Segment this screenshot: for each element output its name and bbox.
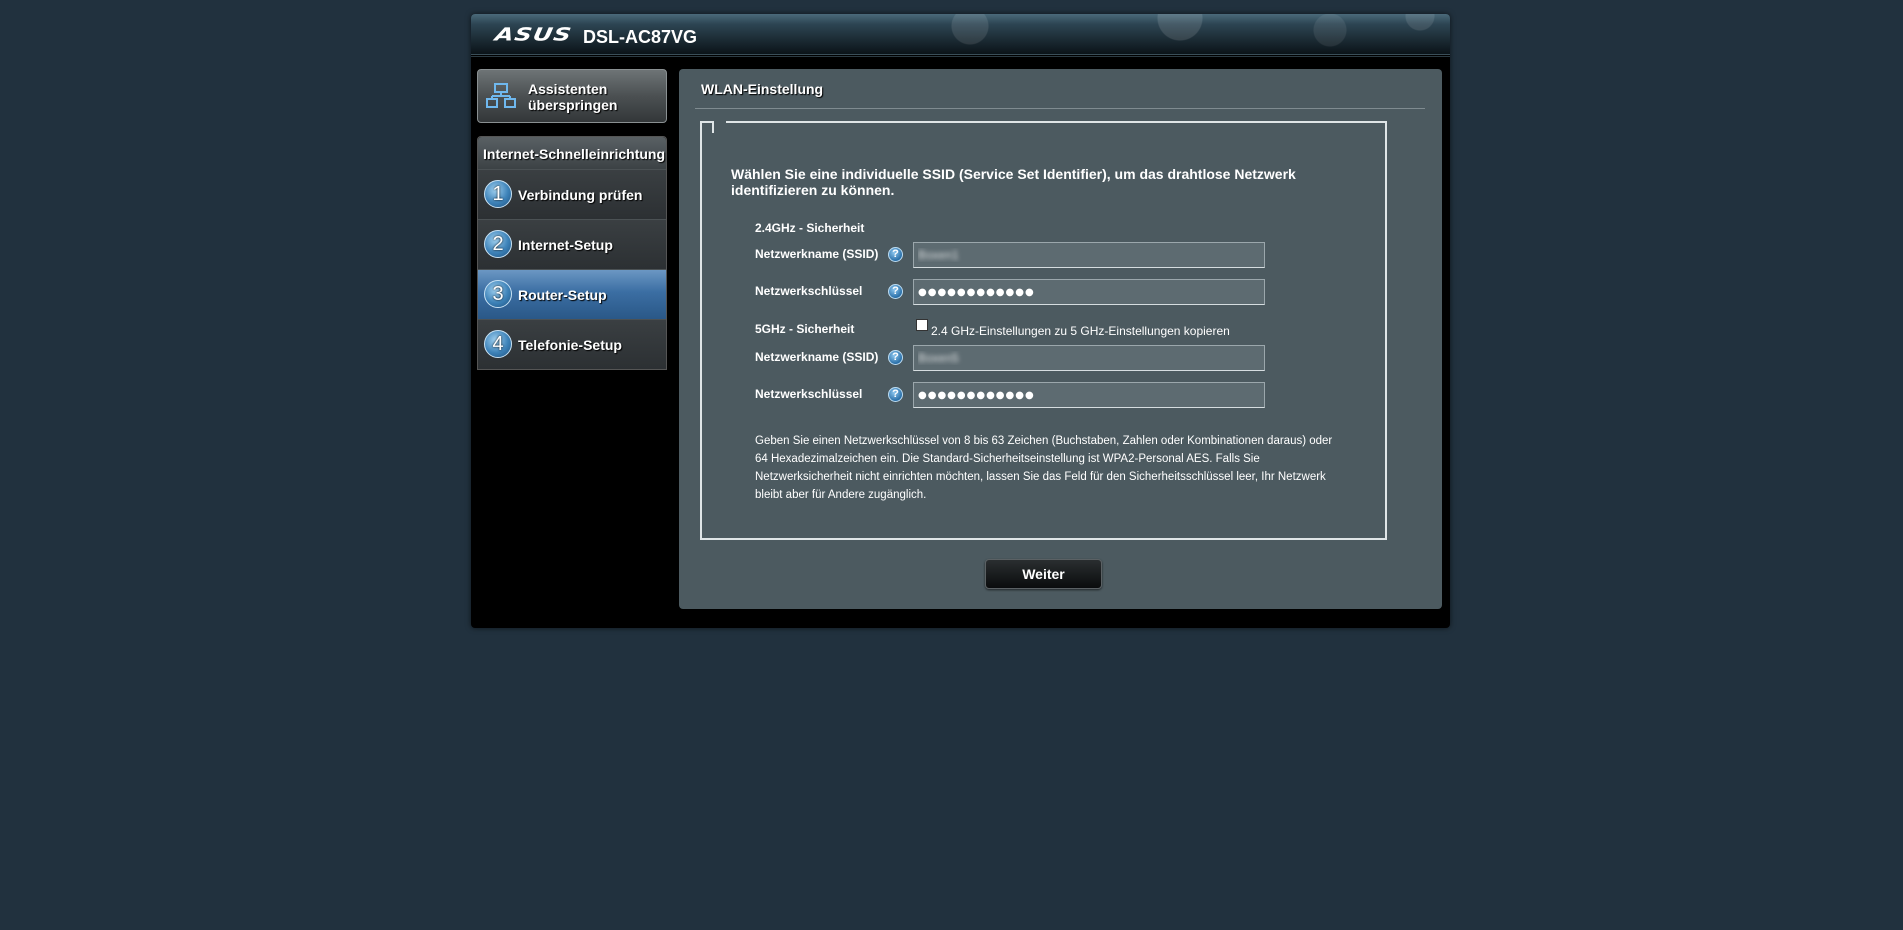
band24-key-input[interactable] xyxy=(913,279,1265,305)
menu-item-label: Telefonie-Setup xyxy=(518,336,622,353)
skip-wizard-button[interactable]: Assistenten überspringen xyxy=(477,69,667,123)
menu-item-internet-setup[interactable]: 2 Internet-Setup xyxy=(478,219,666,269)
band5-key-label: Netzwerkschlüssel xyxy=(755,387,863,401)
security-note: Geben Sie einen Netzwerkschlüssel von 8 … xyxy=(755,435,1333,501)
copy-settings-label: 2.4 GHz-Einstellungen zu 5 GHz-Einstellu… xyxy=(931,324,1230,338)
intro-text: Wählen Sie eine individuelle SSID (Servi… xyxy=(731,166,1296,198)
header-divider xyxy=(471,56,1450,57)
step-number-icon: 1 xyxy=(484,180,512,208)
quick-setup-menu: Internet-Schnelleinrichtung 1 Verbindung… xyxy=(477,136,667,370)
menu-item-verbindung-pruefen[interactable]: 1 Verbindung prüfen xyxy=(478,169,666,219)
band24-heading: 2.4GHz - Sicherheit xyxy=(755,221,865,235)
menu-item-label: Verbindung prüfen xyxy=(518,186,643,203)
band5-ssid-label: Netzwerkname (SSID) xyxy=(755,350,879,364)
model-name: DSL-AC87VG xyxy=(583,27,698,47)
menu-item-label: Internet-Setup xyxy=(518,236,613,253)
page-title: WLAN-Einstellung xyxy=(701,81,824,97)
help-icon[interactable]: ? xyxy=(888,247,903,262)
copy-settings-checkbox[interactable] xyxy=(916,319,928,331)
help-icon[interactable]: ? xyxy=(888,350,903,365)
header-decoration xyxy=(850,14,1450,54)
help-icon[interactable]: ? xyxy=(888,284,903,299)
menu-item-telefonie-setup[interactable]: 4 Telefonie-Setup xyxy=(478,319,666,369)
header-bar: ASUS DSL-AC87VG xyxy=(471,14,1450,55)
skip-wizard-label: Assistenten überspringen xyxy=(528,81,618,113)
next-button[interactable]: Weiter xyxy=(985,559,1102,589)
asus-logo: ASUS xyxy=(493,24,574,45)
step-number-icon: 3 xyxy=(484,280,512,308)
step-number-icon: 2 xyxy=(484,230,512,258)
band24-ssid-input[interactable] xyxy=(913,242,1265,268)
fieldset-notch xyxy=(712,121,726,133)
menu-title: Internet-Schnelleinrichtung xyxy=(478,137,666,169)
router-window: ASUS DSL-AC87VG Assistenten überspringen… xyxy=(471,14,1450,628)
band5-key-input[interactable] xyxy=(913,382,1265,408)
wlan-form: Wählen Sie eine individuelle SSID (Servi… xyxy=(700,121,1387,540)
band24-ssid-label: Netzwerkname (SSID) xyxy=(755,247,879,261)
network-topology-icon xyxy=(486,83,516,108)
help-icon[interactable]: ? xyxy=(888,387,903,402)
band24-key-label: Netzwerkschlüssel xyxy=(755,284,863,298)
title-divider xyxy=(695,108,1425,109)
wlan-settings-panel: WLAN-Einstellung Wählen Sie eine individ… xyxy=(679,69,1442,609)
menu-item-router-setup[interactable]: 3 Router-Setup xyxy=(478,269,666,319)
menu-item-label: Router-Setup xyxy=(518,286,607,303)
band5-ssid-input[interactable] xyxy=(913,345,1265,371)
step-number-icon: 4 xyxy=(484,330,512,358)
band5-heading: 5GHz - Sicherheit xyxy=(755,322,855,336)
